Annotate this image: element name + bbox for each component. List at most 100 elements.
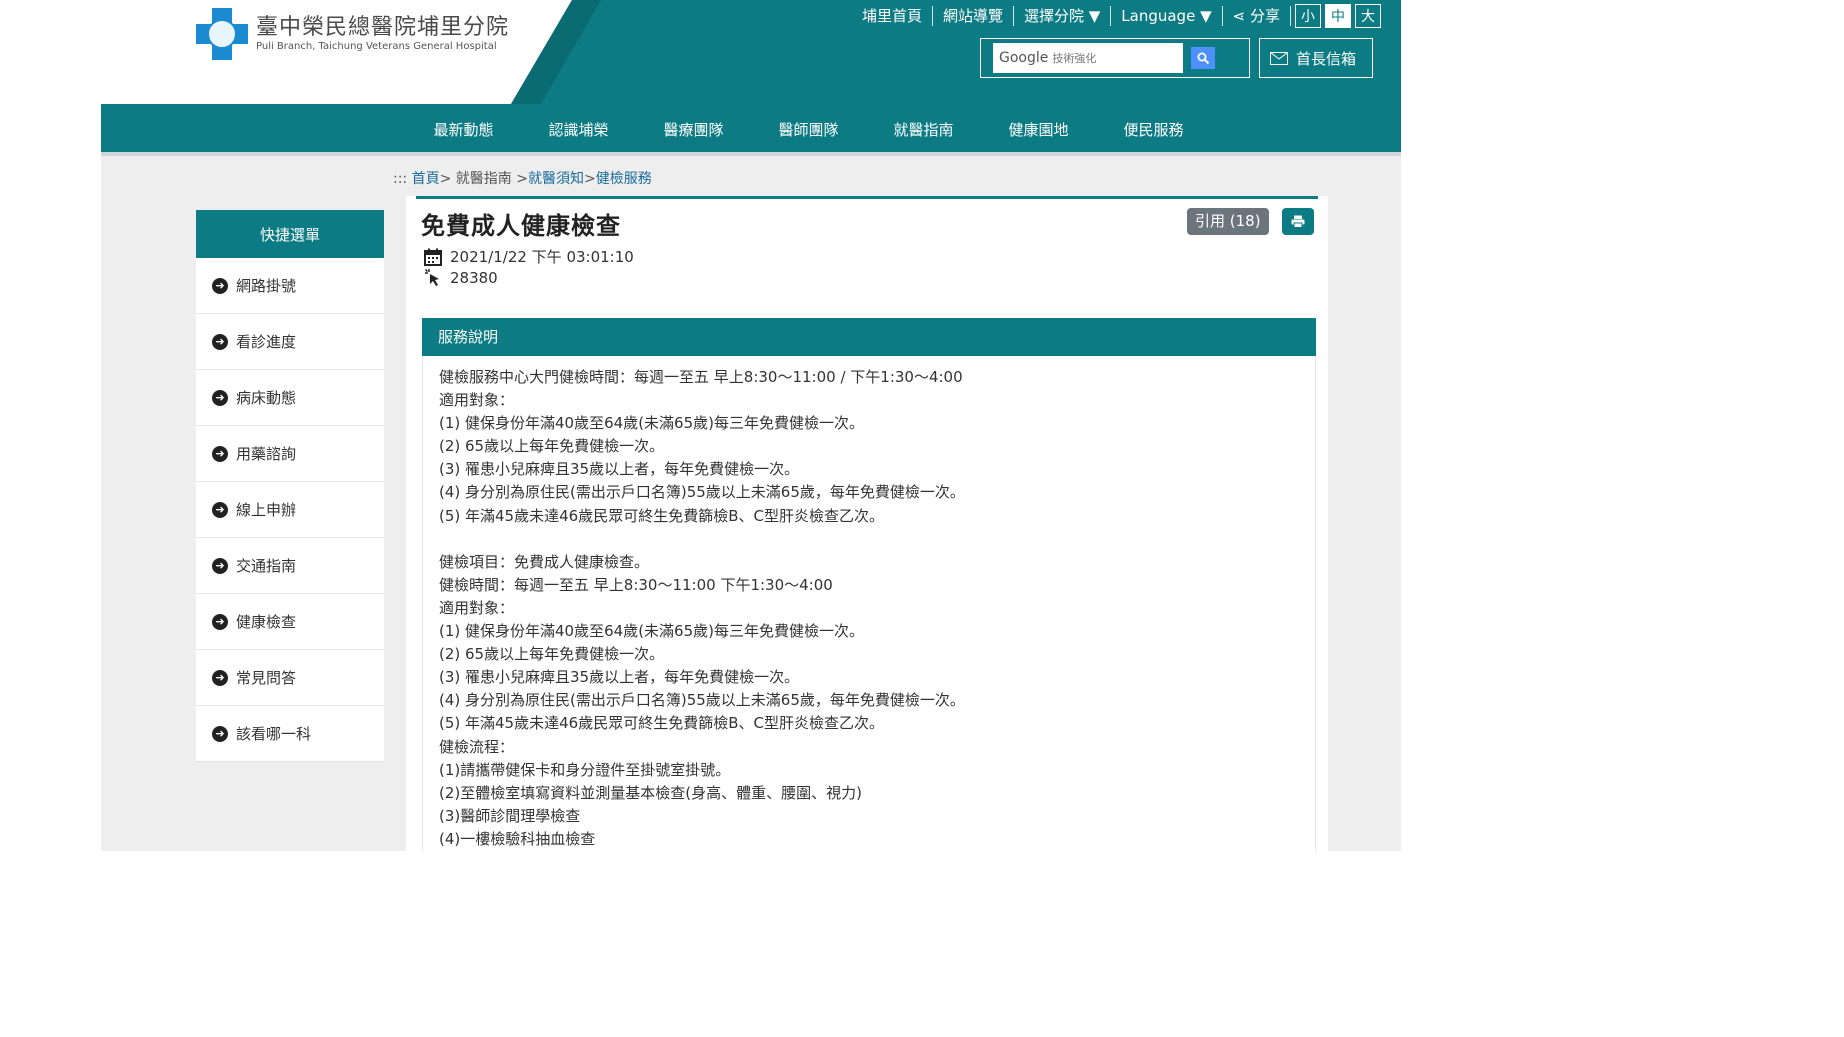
- content-line: (2)至體檢室填寫資料並測量基本檢查(身高、體重、腰圍、視力): [439, 783, 862, 802]
- breadcrumb-sep: >: [583, 171, 596, 187]
- arrow-right-circle-icon: ➜: [212, 613, 228, 630]
- quick-menu: 快捷選單 ➜ 網路掛號 ➜ 看診進度 ➜ 病床動態 ➜ 用藥諮詢 ➜ 線上申辦 ➜ 交通指南…: [196, 210, 384, 762]
- top-links: 埔里首頁 網站導覽 選擇分院 ▼ Language ▼ ⋖ 分享 小 中 大: [852, 4, 1381, 28]
- link-select-branch[interactable]: 選擇分院 ▼: [1014, 6, 1112, 26]
- sidebar-item-label: 線上申辦: [236, 501, 297, 519]
- content-line: (1) 健保身份年滿40歲至64歲(未滿65歲)每三年免費健檢一次。: [439, 622, 864, 641]
- hospital-sub-name: Puli Branch, Taichung Veterans General H…: [256, 41, 497, 52]
- google-brand: Google: [999, 50, 1049, 66]
- hospital-logo[interactable]: 臺中榮民總醫院埔里分院 Puli Branch, Taichung Vetera…: [196, 8, 509, 60]
- arrow-right-circle-icon: ➜: [212, 277, 228, 294]
- font-size-medium-button[interactable]: 中: [1325, 4, 1351, 28]
- sidebar-item-label: 健康檢查: [236, 613, 297, 631]
- breadcrumb-level3[interactable]: 健檢服務: [596, 171, 652, 187]
- site-search: Google 技術強化: [980, 38, 1250, 78]
- content-line: (4) 身分別為原住民(需出示戶口名簿)55歲以上未滿65歲，每年免費健檢一次。: [439, 483, 965, 502]
- breadcrumb: ::: 首頁> 就醫指南 >就醫須知>健檢服務: [393, 168, 652, 188]
- breadcrumb-home[interactable]: 首頁: [412, 171, 440, 187]
- sidebar-item-transportation[interactable]: ➜ 交通指南: [196, 538, 384, 594]
- content-line: 健檢項目：免費成人健康檢查。: [439, 552, 650, 571]
- content-line: (3)醫師診間理學檢查: [439, 806, 581, 825]
- quick-menu-title: 快捷選單: [196, 210, 384, 258]
- sidebar-item-online-application[interactable]: ➜ 線上申辦: [196, 482, 384, 538]
- site-header: 臺中榮民總醫院埔里分院 Puli Branch, Taichung Vetera…: [101, 0, 1401, 104]
- publish-date-value: 2021/1/22 下午 03:01:10: [450, 248, 634, 266]
- section-content: 健檢服務中心大門健檢時間：每週一至五 早上8:30～11:00 / 下午1:30…: [422, 356, 1316, 851]
- click-icon: [424, 269, 439, 286]
- breadcrumb-sep: >: [439, 171, 452, 187]
- link-language[interactable]: Language ▼: [1111, 6, 1223, 26]
- sidebar-item-label: 病床動態: [236, 389, 297, 407]
- content-line: 適用對象：: [439, 391, 515, 410]
- director-mailbox-button[interactable]: 首長信箱: [1259, 38, 1373, 78]
- sidebar-item-medication-consult[interactable]: ➜ 用藥諮詢: [196, 426, 384, 482]
- main-nav: 最新動態 認識埔榮 醫療團隊 醫師團隊 就醫指南 健康園地 便民服務: [101, 104, 1401, 156]
- content-line: (5) 年滿45歲未達46歲民眾可終生免費篩檢B、C型肝炎檢查乙次。: [439, 506, 884, 525]
- content-line: 健檢時間：每週一至五 早上8:30～11:00 下午1:30～4:00: [439, 575, 833, 594]
- link-sitemap[interactable]: 網站導覽: [933, 6, 1014, 26]
- sidebar-item-health-check[interactable]: ➜ 健康檢查: [196, 594, 384, 650]
- content-line: 健檢流程：: [439, 737, 515, 756]
- view-count-value: 28380: [450, 269, 498, 287]
- print-button[interactable]: [1282, 208, 1314, 235]
- view-count: 28380: [424, 269, 498, 287]
- arrow-right-circle-icon: ➜: [212, 557, 228, 574]
- arrow-right-circle-icon: ➜: [212, 501, 228, 518]
- content-line: (4)一樓檢驗科抽血檢查: [439, 829, 596, 848]
- main-content: 免費成人健康檢查 引用 (18) 2021/1/22 下午 03:01:10 2…: [406, 196, 1328, 851]
- sidebar-item-faq[interactable]: ➜ 常見問答: [196, 650, 384, 706]
- sidebar-item-clinic-progress[interactable]: ➜ 看診進度: [196, 314, 384, 370]
- font-size-small-button[interactable]: 小: [1295, 4, 1321, 28]
- sidebar-item-bed-status[interactable]: ➜ 病床動態: [196, 370, 384, 426]
- page-frame: 臺中榮民總醫院埔里分院 Puli Branch, Taichung Vetera…: [101, 0, 1401, 851]
- cite-button[interactable]: 引用 (18): [1187, 208, 1269, 235]
- sidebar-item-online-registration[interactable]: ➜ 網路掛號: [196, 258, 384, 314]
- nav-medical-guide[interactable]: 就醫指南: [866, 104, 981, 156]
- sidebar-item-label: 該看哪一科: [236, 725, 312, 743]
- breadcrumb-anchor: :::: [393, 171, 408, 187]
- sidebar-item-label: 看診進度: [236, 333, 297, 351]
- nav-about[interactable]: 認識埔榮: [521, 104, 636, 156]
- nav-health-garden[interactable]: 健康園地: [981, 104, 1096, 156]
- section-title: 服務說明: [422, 318, 1316, 356]
- arrow-right-circle-icon: ➜: [212, 669, 228, 686]
- content-line: (5) 年滿45歲未達46歲民眾可終生免費篩檢B、C型肝炎檢查乙次。: [439, 714, 884, 733]
- arrow-right-circle-icon: ➜: [212, 725, 228, 742]
- nav-medical-team[interactable]: 醫療團隊: [636, 104, 751, 156]
- arrow-right-circle-icon: ➜: [212, 333, 228, 350]
- sidebar-item-label: 常見問答: [236, 669, 297, 687]
- link-puli-home[interactable]: 埔里首頁: [852, 6, 933, 26]
- content-line: (4) 身分別為原住民(需出示戶口名簿)55歲以上未滿65歲，每年免費健檢一次。: [439, 691, 965, 710]
- mailbox-label: 首長信箱: [1296, 49, 1357, 68]
- page-title: 免費成人健康檢查: [421, 212, 621, 240]
- search-button[interactable]: [1191, 47, 1215, 69]
- search-placeholder: 技術強化: [1052, 52, 1097, 65]
- content-line: (1) 健保身份年滿40歲至64歲(未滿65歲)每三年免費健檢一次。: [439, 414, 864, 433]
- logo-cross-icon: [196, 8, 248, 60]
- breadcrumb-level1: 就醫指南: [455, 171, 512, 187]
- content-line: 健檢服務中心大門健檢時間：每週一至五 早上8:30～11:00 / 下午1:30…: [439, 368, 963, 386]
- content-line: (2) 65歲以上每年免費健檢一次。: [439, 645, 665, 664]
- content-line: (3) 罹患小兒麻痺且35歲以上者，每年免費健檢一次。: [439, 460, 800, 479]
- sidebar-item-label: 網路掛號: [236, 277, 297, 295]
- search-input[interactable]: Google 技術強化: [993, 43, 1183, 73]
- font-size-large-button[interactable]: 大: [1355, 4, 1381, 28]
- nav-services[interactable]: 便民服務: [1096, 104, 1211, 156]
- mail-icon: [1270, 51, 1288, 65]
- nav-doctors[interactable]: 醫師團隊: [751, 104, 866, 156]
- content-line: (3) 罹患小兒麻痺且35歲以上者，每年免費健檢一次。: [439, 668, 800, 687]
- share-icon: ⋖: [1232, 7, 1246, 25]
- print-icon: [1291, 215, 1305, 228]
- hospital-name: 臺中榮民總醫院埔里分院: [256, 15, 510, 40]
- nav-latest-news[interactable]: 最新動態: [406, 104, 521, 156]
- sidebar-item-which-department[interactable]: ➜ 該看哪一科: [196, 706, 384, 762]
- share-label: 分享: [1249, 7, 1280, 25]
- breadcrumb-level2[interactable]: 就醫須知: [528, 171, 584, 187]
- share-button[interactable]: ⋖ 分享: [1223, 6, 1291, 26]
- content-line: (2) 65歲以上每年免費健檢一次。: [439, 437, 665, 456]
- arrow-right-circle-icon: ➜: [212, 445, 228, 462]
- search-icon: [1197, 52, 1209, 64]
- sidebar-item-label: 用藥諮詢: [236, 445, 297, 463]
- sidebar-item-label: 交通指南: [236, 557, 297, 575]
- content-line: (1)請攜帶健保卡和身分證件至掛號室掛號。: [439, 760, 731, 779]
